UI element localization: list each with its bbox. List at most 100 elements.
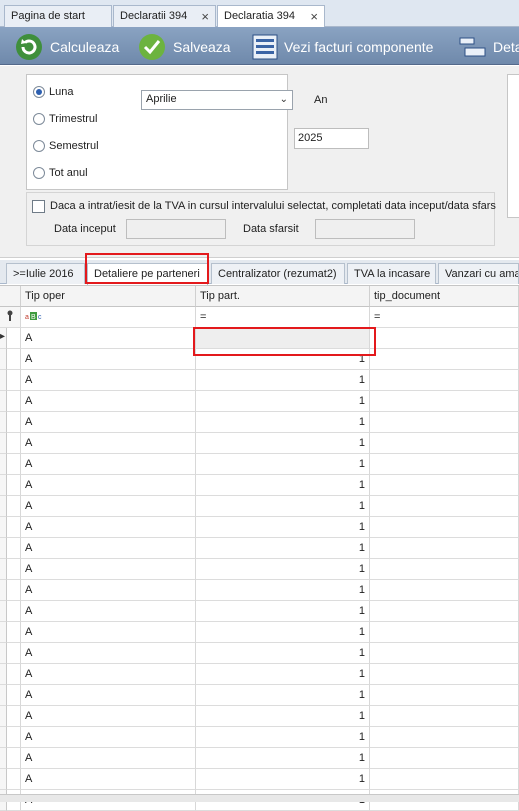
- cell-tip-oper[interactable]: A: [21, 601, 196, 622]
- cell-tip-oper[interactable]: A: [21, 622, 196, 643]
- cell-tip-part[interactable]: 1: [196, 412, 370, 433]
- table-row[interactable]: A1: [0, 454, 519, 475]
- row-indicator[interactable]: [0, 412, 7, 433]
- cell-tip-oper[interactable]: A: [21, 580, 196, 601]
- cell-tip-part[interactable]: 1: [196, 559, 370, 580]
- cell-tip-part[interactable]: 1: [196, 475, 370, 496]
- table-row[interactable]: A1: [0, 706, 519, 727]
- cell-tip-part[interactable]: 1: [196, 370, 370, 391]
- table-row[interactable]: A1: [0, 391, 519, 412]
- cell-tip-document[interactable]: [370, 412, 519, 433]
- radio-luna[interactable]: Luna: [33, 86, 73, 98]
- cell-tip-document[interactable]: [370, 454, 519, 475]
- cell-tip-oper[interactable]: A: [21, 685, 196, 706]
- calculate-button[interactable]: Calculeaza: [14, 34, 119, 60]
- row-indicator[interactable]: [0, 559, 7, 580]
- cell-tip-part[interactable]: 1: [196, 391, 370, 412]
- cell-tip-oper[interactable]: A: [21, 538, 196, 559]
- cell-tip-part[interactable]: 1: [196, 496, 370, 517]
- cell-tip-document[interactable]: [370, 349, 519, 370]
- row-indicator[interactable]: [0, 664, 7, 685]
- table-row[interactable]: A1: [0, 601, 519, 622]
- cell-tip-document[interactable]: [370, 433, 519, 454]
- cell-tip-oper[interactable]: A: [21, 664, 196, 685]
- close-icon[interactable]: ×: [310, 9, 318, 24]
- cell-tip-part[interactable]: 1: [196, 748, 370, 769]
- row-indicator[interactable]: [0, 643, 7, 664]
- row-indicator[interactable]: [0, 538, 7, 559]
- table-row[interactable]: A1: [0, 580, 519, 601]
- cell-tip-oper[interactable]: A: [21, 433, 196, 454]
- cell-tip-part[interactable]: 1: [196, 433, 370, 454]
- row-indicator[interactable]: [0, 580, 7, 601]
- row-indicator[interactable]: [0, 433, 7, 454]
- table-row[interactable]: A1: [0, 727, 519, 748]
- cell-tip-oper[interactable]: A: [21, 517, 196, 538]
- tab-tva-la-incasare[interactable]: TVA la incasare: [347, 263, 436, 284]
- cell-tip-oper[interactable]: A: [21, 727, 196, 748]
- row-indicator[interactable]: [0, 769, 7, 790]
- cell-tip-document[interactable]: [370, 622, 519, 643]
- save-button[interactable]: Salveaza: [137, 34, 231, 60]
- start-date-input[interactable]: [126, 219, 226, 239]
- tab-declaratii-394[interactable]: Declaratii 394 ×: [113, 5, 216, 27]
- row-indicator[interactable]: [0, 706, 7, 727]
- radio-trimestrul[interactable]: Trimestrul: [33, 113, 97, 125]
- tab-vanzari-cu-amanuntul[interactable]: Vanzari cu amar: [438, 263, 519, 284]
- cell-tip-part[interactable]: 1: [196, 580, 370, 601]
- cell-tip-part[interactable]: 1: [196, 685, 370, 706]
- table-row[interactable]: A1: [0, 433, 519, 454]
- vat-interval-checkbox[interactable]: [32, 200, 45, 213]
- cell-tip-oper[interactable]: A: [21, 412, 196, 433]
- cell-tip-document[interactable]: [370, 727, 519, 748]
- filter-pin-icon[interactable]: [0, 307, 21, 328]
- cell-tip-oper[interactable]: A: [21, 769, 196, 790]
- cell-tip-oper[interactable]: A: [21, 349, 196, 370]
- cell-tip-document[interactable]: [370, 538, 519, 559]
- cell-tip-part[interactable]: 1: [196, 517, 370, 538]
- row-indicator[interactable]: [0, 685, 7, 706]
- cell-tip-document[interactable]: [370, 664, 519, 685]
- cell-tip-part[interactable]: 1: [196, 454, 370, 475]
- year-input[interactable]: 2025: [294, 128, 369, 149]
- cell-tip-document[interactable]: [370, 517, 519, 538]
- cell-tip-document[interactable]: [370, 391, 519, 412]
- cell-tip-oper[interactable]: A: [21, 328, 196, 349]
- row-indicator[interactable]: [0, 454, 7, 475]
- row-indicator[interactable]: [0, 475, 7, 496]
- table-row[interactable]: A1: [0, 748, 519, 769]
- cell-tip-document[interactable]: [370, 370, 519, 391]
- tab-start-page[interactable]: Pagina de start: [4, 5, 112, 27]
- table-row[interactable]: A1: [0, 769, 519, 790]
- row-indicator[interactable]: [0, 349, 7, 370]
- cell-tip-document[interactable]: [370, 643, 519, 664]
- row-indicator[interactable]: [0, 370, 7, 391]
- table-row[interactable]: A1: [0, 370, 519, 391]
- table-row[interactable]: A1: [0, 412, 519, 433]
- row-indicator[interactable]: [0, 391, 7, 412]
- cell-tip-document[interactable]: [370, 475, 519, 496]
- cell-tip-oper[interactable]: A: [21, 496, 196, 517]
- cell-tip-part[interactable]: 1: [196, 538, 370, 559]
- cell-tip-document[interactable]: [370, 748, 519, 769]
- table-row[interactable]: A1: [0, 475, 519, 496]
- table-row[interactable]: A1: [0, 622, 519, 643]
- row-indicator[interactable]: [0, 496, 7, 517]
- close-icon[interactable]: ×: [201, 9, 209, 24]
- table-row[interactable]: A1: [0, 496, 519, 517]
- row-indicator[interactable]: [0, 517, 7, 538]
- radio-semestrul[interactable]: Semestrul: [33, 140, 99, 152]
- row-indicator[interactable]: [0, 601, 7, 622]
- table-row[interactable]: A1: [0, 643, 519, 664]
- cell-tip-document[interactable]: [370, 769, 519, 790]
- row-indicator[interactable]: ▸: [0, 328, 7, 349]
- filter-tip-part[interactable]: =: [196, 307, 370, 328]
- tab-centralizator[interactable]: Centralizator (rezumat2): [211, 263, 345, 284]
- cell-tip-part[interactable]: 1: [196, 706, 370, 727]
- table-row[interactable]: A1: [0, 559, 519, 580]
- cell-tip-part[interactable]: 1: [196, 769, 370, 790]
- details-button[interactable]: Deta: [459, 34, 519, 60]
- cell-tip-document[interactable]: [370, 328, 519, 349]
- cell-tip-document[interactable]: [370, 496, 519, 517]
- cell-tip-part[interactable]: 1: [196, 664, 370, 685]
